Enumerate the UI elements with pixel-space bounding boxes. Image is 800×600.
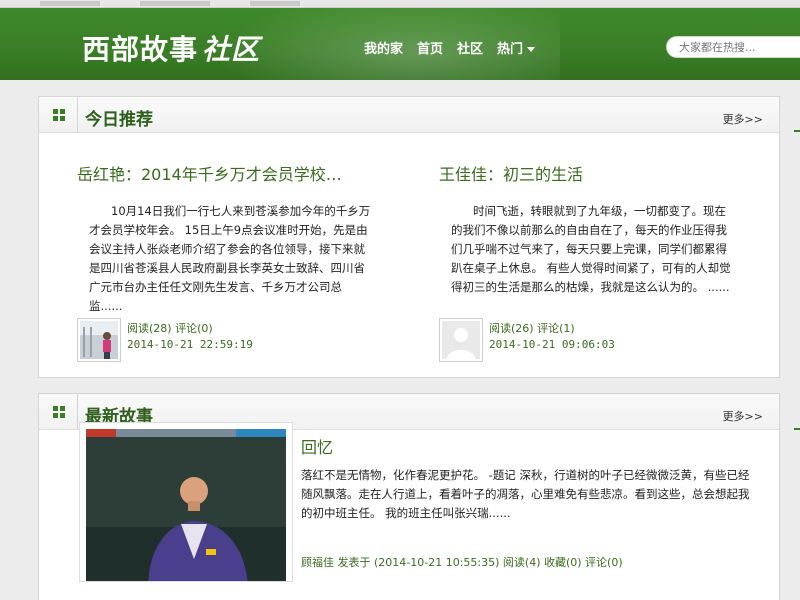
nav-home[interactable]: 首页 — [417, 38, 443, 57]
today-picks-panel: 今日推荐 更多>> 岳红艳：2014年千乡万才会员学校… 10月14日我们一行七… — [38, 96, 780, 378]
logo-main-text: 西部故事 — [82, 33, 199, 66]
side-accent — [794, 130, 800, 132]
story-excerpt: 落红不是无情物，化作春泥更护花。 -题记 深秋，行道树的叶子已经微微泛黄，有些已… — [301, 468, 750, 520]
story-title-link[interactable]: 回忆 — [301, 434, 333, 458]
default-avatar-icon — [442, 321, 480, 359]
main-nav: 我的家 首页 社区 热门 — [364, 38, 536, 57]
latest-stories-panel: 最新故事 更多>> 回忆 落红不是无情物，化作春泥更护花。 -题记 深秋，行道树… — [38, 393, 780, 600]
nav-hot[interactable]: 热门 — [497, 38, 536, 57]
read-comment-stats[interactable]: 阅读(26) 评论(1) — [489, 320, 575, 336]
more-link[interactable]: 更多>> — [723, 111, 763, 127]
site-header: 西部故事 社区 我的家 首页 社区 热门 — [0, 8, 800, 80]
side-accent — [794, 428, 800, 430]
story-meta: 顾福佳 发表于 (2014-10-21 10:55:35) 阅读(4) 收藏(0… — [301, 556, 623, 569]
avatar-photo — [80, 321, 118, 359]
read-comment-stats[interactable]: 阅读(28) 评论(0) — [127, 320, 213, 336]
author-avatar[interactable] — [77, 318, 121, 362]
header-divider — [77, 97, 78, 133]
grid-icon — [53, 406, 65, 418]
recommend-excerpt: 10月14日我们一行七人来到苍溪参加今年的千乡万才会员学校年会。 15日上午9点… — [89, 204, 371, 313]
browser-tab-strip — [0, 0, 800, 8]
search-input[interactable] — [666, 36, 800, 58]
nav-community[interactable]: 社区 — [457, 38, 483, 57]
recommend-title-link[interactable]: 岳红艳：2014年千乡万才会员学校… — [77, 161, 377, 185]
recommend-title-link[interactable]: 王佳佳：初三的生活 — [439, 161, 739, 185]
story-photo[interactable] — [79, 422, 293, 582]
recommend-item: 王佳佳：初三的生活 时间飞逝，转眼就到了九年级，一切都变了。现在的我们不像以前那… — [439, 161, 739, 297]
recommend-excerpt: 时间飞逝，转眼就到了九年级，一切都变了。现在的我们不像以前那么的自由自在了，每天… — [451, 204, 731, 294]
post-date: 2014-10-21 22:59:19 — [127, 338, 253, 351]
logo-italic-text: 社区 — [202, 33, 261, 66]
section-title: 今日推荐 — [85, 110, 153, 130]
chevron-down-icon — [527, 47, 536, 52]
story-photo-image — [86, 429, 286, 581]
post-date: 2014-10-21 09:06:03 — [489, 338, 615, 351]
author-avatar[interactable] — [439, 318, 483, 362]
nav-hot-label: 热门 — [497, 42, 524, 57]
recommend-meta: 阅读(26) 评论(1) 2014-10-21 09:06:03 — [439, 318, 739, 364]
recommend-meta: 阅读(28) 评论(0) 2014-10-21 22:59:19 — [77, 318, 377, 364]
nav-my-home[interactable]: 我的家 — [364, 38, 403, 57]
more-link[interactable]: 更多>> — [723, 408, 763, 424]
recommend-item: 岳红艳：2014年千乡万才会员学校… 10月14日我们一行七人来到苍溪参加今年的… — [77, 161, 377, 316]
header-divider — [77, 394, 78, 430]
grid-icon — [53, 109, 65, 121]
site-logo[interactable]: 西部故事 社区 — [82, 28, 260, 68]
today-picks-header: 今日推荐 更多>> — [39, 97, 779, 133]
